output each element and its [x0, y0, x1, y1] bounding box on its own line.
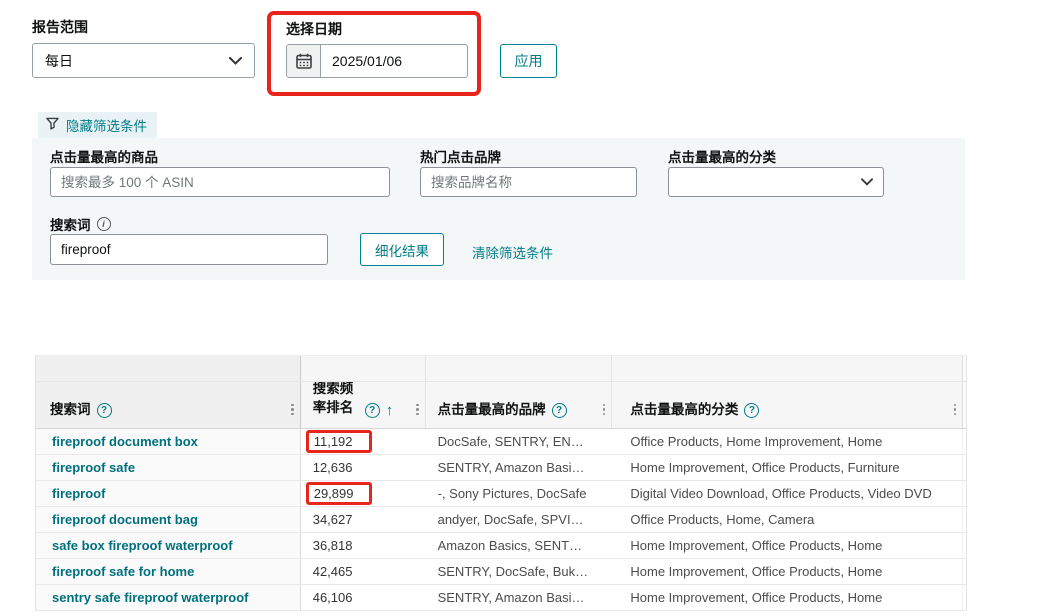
top-brands-cell: SENTRY, Amazon Basi… — [437, 460, 585, 475]
top-brands-cell: SENTRY, DocSafe, Buk… — [437, 564, 589, 579]
filter-funnel-icon — [46, 117, 59, 133]
search-term-label-row: 搜索词 i — [50, 214, 111, 234]
report-range-label: 报告范围 — [32, 19, 88, 35]
table-row: fireproof document bag 34,627 andyer, Do… — [36, 507, 966, 533]
hide-filters-toggle[interactable]: 隐藏筛选条件 — [38, 112, 157, 139]
search-term-link[interactable]: fireproof document bag — [36, 507, 301, 532]
table-row: safe box fireproof waterproof 36,818 Ama… — [36, 533, 966, 559]
top-brands-label: 热门点击品牌 — [420, 150, 501, 165]
column-menu-icon[interactable] — [416, 403, 419, 415]
clear-filters-link[interactable]: 清除筛选条件 — [472, 242, 553, 262]
top-categories-select[interactable] — [668, 167, 884, 197]
top-categories-cell: Office Products, Home Improvement, Home — [630, 434, 883, 449]
top-categories-cell: Home Improvement, Office Products, Home — [630, 590, 883, 605]
rank-value: 34,627 — [312, 512, 353, 527]
top-categories-cell: Digital Video Download, Office Products,… — [630, 486, 932, 501]
chevron-down-icon — [229, 56, 242, 65]
table-row: fireproof 29,899 -, Sony Pictures, DocSa… — [36, 481, 966, 507]
search-term-link[interactable]: fireproof document box — [36, 429, 301, 454]
search-term-link[interactable]: fireproof safe — [36, 455, 301, 480]
calendar-icon[interactable] — [287, 45, 321, 77]
date-label: 选择日期 — [286, 21, 342, 37]
top-brands-cell: DocSafe, SENTRY, EN… — [437, 434, 584, 449]
column-menu-icon[interactable] — [953, 403, 957, 415]
search-term-link[interactable]: sentry safe fireproof waterproof — [36, 585, 301, 610]
chevron-down-icon — [861, 173, 873, 191]
date-value[interactable]: 2025/01/06 — [321, 45, 413, 77]
top-categories-cell: Home Improvement, Office Products, Furni… — [630, 460, 900, 475]
row-filler — [962, 507, 966, 532]
top-brands-cell: -, Sony Pictures, DocSafe — [437, 486, 587, 501]
search-term-link[interactable]: fireproof — [36, 481, 301, 506]
rank-value: 11,192 — [305, 430, 372, 453]
search-frequency-rank-cell: 46,106 — [301, 585, 426, 610]
table-row: sentry safe fireproof waterproof 46,106 … — [36, 585, 966, 611]
top-brands-input[interactable] — [420, 167, 637, 197]
top-brands-cell: andyer, DocSafe, SPVI… — [437, 512, 584, 527]
top-brands-cell: SENTRY, Amazon Basi… — [437, 590, 585, 605]
column-header-top-brands[interactable]: 点击量最高的品牌 ? — [426, 356, 613, 428]
apply-button[interactable]: 应用 — [500, 44, 557, 78]
row-filler — [962, 533, 966, 558]
help-icon[interactable]: ? — [551, 403, 567, 418]
search-frequency-rank-cell: 12,636 — [301, 455, 426, 480]
row-filler — [962, 481, 966, 506]
column-menu-icon[interactable] — [291, 403, 294, 415]
top-products-input[interactable] — [50, 167, 390, 197]
table-row: fireproof document box 11,192 DocSafe, S… — [36, 429, 966, 455]
filter-panel: 点击量最高的商品 热门点击品牌 点击量最高的分类 搜索词 i 细化结果 清除筛选… — [32, 138, 965, 280]
table-header: 搜索词 ? 搜索频率排名 ? ↑ 点击量最高的品牌 ? 点击量最高的分类 ? — [36, 356, 967, 429]
refine-results-button[interactable]: 细化结果 — [360, 233, 444, 266]
hide-filters-label: 隐藏筛选条件 — [66, 119, 147, 134]
rank-value: 12,636 — [312, 460, 353, 475]
column-header-top-categories[interactable]: 点击量最高的分类 ? — [612, 356, 962, 428]
top-categories-label: 点击量最高的分类 — [668, 150, 776, 165]
report-range-value: 每日 — [45, 52, 73, 69]
search-term-link[interactable]: fireproof safe for home — [36, 559, 301, 584]
top-products-label: 点击量最高的商品 — [50, 150, 158, 165]
search-term-label: 搜索词 — [50, 218, 91, 233]
search-frequency-rank-cell: 34,627 — [301, 507, 426, 532]
sort-ascending-icon[interactable]: ↑ — [386, 403, 394, 418]
column-header-partial — [962, 356, 967, 428]
row-filler — [962, 559, 966, 584]
top-categories-cell: Office Products, Home, Camera — [630, 512, 815, 527]
table-row: fireproof safe for home 42,465 SENTRY, D… — [36, 559, 966, 585]
help-icon[interactable]: ? — [744, 403, 760, 418]
search-frequency-rank-cell: 29,899 — [301, 481, 426, 506]
rank-value: 42,465 — [312, 564, 353, 579]
row-filler — [962, 429, 966, 454]
info-icon[interactable]: i — [96, 217, 111, 231]
search-frequency-rank-cell: 42,465 — [301, 559, 426, 584]
table-row: fireproof safe 12,636 SENTRY, Amazon Bas… — [36, 455, 966, 481]
row-filler — [962, 455, 966, 480]
column-header-search-term[interactable]: 搜索词 ? — [36, 356, 301, 428]
report-range-select[interactable]: 每日 — [32, 43, 255, 78]
column-header-search-frequency-rank[interactable]: 搜索频率排名 ? ↑ — [301, 356, 426, 428]
help-icon[interactable]: ? — [96, 403, 112, 418]
search-terms-table: 搜索词 ? 搜索频率排名 ? ↑ 点击量最高的品牌 ? 点击量最高的分类 ? f… — [35, 355, 967, 611]
date-picker[interactable]: 2025/01/06 — [286, 44, 468, 78]
rank-value: 29,899 — [305, 482, 373, 505]
search-term-input[interactable] — [50, 234, 328, 265]
help-icon[interactable]: ? — [364, 403, 380, 418]
column-menu-icon[interactable] — [602, 403, 606, 415]
search-term-link[interactable]: safe box fireproof waterproof — [36, 533, 301, 558]
table-body: fireproof document box 11,192 DocSafe, S… — [36, 429, 966, 611]
search-frequency-rank-cell: 11,192 — [301, 429, 426, 454]
rank-value: 36,818 — [312, 538, 353, 553]
top-categories-cell: Home Improvement, Office Products, Home — [630, 538, 883, 553]
row-filler — [962, 585, 966, 610]
rank-value: 46,106 — [312, 590, 353, 605]
top-brands-cell: Amazon Basics, SENT… — [437, 538, 583, 553]
search-frequency-rank-cell: 36,818 — [301, 533, 426, 558]
top-categories-cell: Home Improvement, Office Products, Home — [630, 564, 883, 579]
